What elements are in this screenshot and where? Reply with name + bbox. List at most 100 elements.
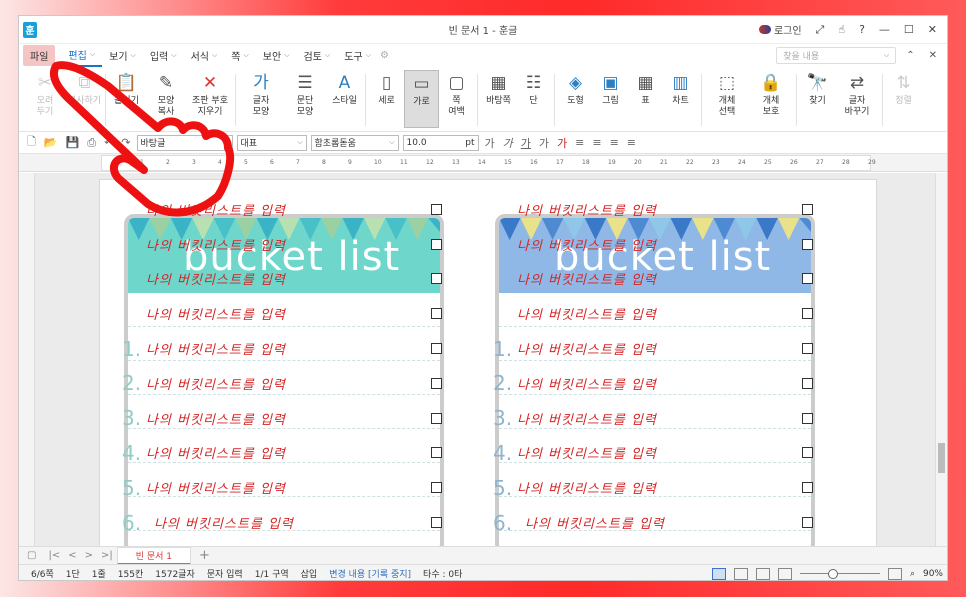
menu-edit[interactable]: 편집 ⌵ — [61, 44, 103, 67]
save-icon[interactable]: 💾 — [64, 136, 82, 149]
item-checkbox[interactable] — [802, 238, 813, 250]
undo-icon[interactable]: ↶ — [102, 136, 115, 149]
bucket-list-item[interactable]: 3. 나의 버킷리스트를 입력 — [493, 401, 873, 436]
underline-icon[interactable]: 가 — [519, 135, 533, 151]
ribbon-format-painter-button[interactable]: ✎ 모양 복사 — [144, 70, 188, 118]
menu-tools[interactable]: 도구 ⌵ — [337, 45, 378, 66]
font-select[interactable]: 함초롬돋움 ⌵ — [310, 134, 399, 151]
last-tab-icon[interactable]: >| — [97, 550, 117, 561]
ribbon-object-select-button[interactable]: ⬚ 개체 선택 — [705, 70, 749, 118]
status-mode[interactable]: 문자 입력 — [207, 567, 243, 580]
find-input[interactable]: 찾을 내용 ⌵ — [776, 46, 897, 64]
item-checkbox[interactable] — [431, 377, 442, 389]
item-checkbox[interactable] — [802, 203, 813, 215]
ribbon-table-button[interactable]: ▦ 표 — [628, 70, 663, 107]
ribbon-para-shape-button[interactable]: ☰ 문단 모양 — [283, 70, 327, 118]
item-checkbox[interactable] — [802, 412, 813, 424]
maximize-button[interactable]: ☐ — [904, 23, 914, 36]
item-checkbox[interactable] — [431, 517, 442, 529]
bucket-list-item[interactable]: 나의 버킷리스트를 입력 — [122, 262, 502, 297]
bucket-list-item[interactable]: 6. 나의 버킷리스트를 입력 — [493, 505, 873, 540]
first-tab-icon[interactable]: |< — [44, 550, 64, 561]
item-checkbox[interactable] — [802, 343, 813, 355]
menu-file[interactable]: 파일 — [23, 44, 56, 66]
item-checkbox[interactable] — [802, 377, 813, 389]
doc-tab[interactable]: 빈 문서 1 — [116, 546, 192, 565]
zoom-search-icon[interactable]: ⌕ — [910, 569, 915, 579]
bucket-list-item[interactable]: 나의 버킷리스트를 입력 — [493, 227, 873, 262]
horizontal-ruler[interactable]: 1 2 3 4 5 6 7 8 9 10 11 12 13 14 15 16 17 18 19 20 21 22 23 24 2… — [101, 155, 876, 171]
item-checkbox[interactable] — [802, 273, 813, 285]
minimize-button[interactable]: — — [879, 23, 890, 36]
style-select[interactable]: 바탕글 ⌵ — [136, 134, 233, 151]
vertical-scrollbar[interactable] — [935, 173, 947, 546]
zoom-level[interactable]: 90% — [923, 569, 943, 579]
ribbon-columns-button[interactable]: ☷ 단 — [516, 70, 551, 107]
full-page-icon[interactable] — [755, 567, 770, 580]
new-doc-icon[interactable]: 🗋 — [25, 133, 38, 152]
bucket-list-item[interactable]: 4. 나의 버킷리스트를 입력 — [493, 436, 873, 471]
login-button[interactable]: 로그인 — [758, 22, 802, 37]
item-checkbox[interactable] — [802, 482, 813, 494]
ribbon-copy-button[interactable]: ⧉ 복사하기 — [67, 70, 102, 107]
bucket-list-item[interactable]: 나의 버킷리스트를 입력 — [122, 296, 502, 331]
ribbon-paste-button[interactable]: 📋 붙이기 — [109, 70, 144, 107]
menu-insert[interactable]: 입력 ⌵ — [143, 45, 184, 66]
zoom-out-icon[interactable] — [777, 567, 792, 580]
document-page[interactable]: bucket list bucket list 나의 버킷리스트를 입력 나의 … — [99, 179, 877, 549]
vertical-ruler[interactable] — [19, 173, 35, 546]
bucket-list-item[interactable]: 나의 버킷리스트를 입력 — [493, 192, 873, 227]
menu-view[interactable]: 보기 ⌵ — [102, 45, 143, 66]
ribbon-style-button[interactable]: A 스타일 — [327, 70, 362, 107]
ribbon-object-protect-button[interactable]: 🔒 개체 보호 — [749, 70, 793, 118]
zoom-slider[interactable] — [799, 569, 880, 579]
item-checkbox[interactable] — [431, 447, 442, 459]
item-checkbox[interactable] — [431, 308, 442, 320]
item-checkbox[interactable] — [802, 447, 813, 459]
zoom-in-icon[interactable] — [887, 567, 902, 580]
menu-format[interactable]: 서식 ⌵ — [184, 45, 225, 66]
bucket-list-item[interactable]: 4. 나의 버킷리스트를 입력 — [122, 436, 502, 471]
item-checkbox[interactable] — [431, 203, 442, 215]
ribbon-find-button[interactable]: 🔭 찾기 — [800, 70, 835, 107]
item-checkbox[interactable] — [802, 517, 813, 529]
font-size-input[interactable]: 10.0 pt — [402, 134, 479, 151]
ribbon-replace-button[interactable]: ⇄ 글자 바꾸기 — [835, 70, 879, 118]
align-center-icon[interactable]: ≡ — [590, 136, 603, 149]
bucket-list-item[interactable]: 나의 버킷리스트를 입력 — [493, 262, 873, 297]
bucket-list-item[interactable]: 나의 버킷리스트를 입력 — [493, 296, 873, 331]
prev-tab-icon[interactable]: < — [64, 550, 80, 561]
scroll-thumb[interactable] — [938, 443, 945, 473]
print-icon[interactable]: ⎙ — [85, 136, 98, 150]
next-tab-icon[interactable]: > — [81, 550, 97, 561]
ribbon-scissors-button[interactable]: ✂ 오려 두기 — [23, 70, 67, 118]
bold-icon[interactable]: 가 — [483, 135, 497, 151]
collapse-ribbon-icon[interactable]: ⌃ — [906, 50, 914, 61]
italic-icon[interactable]: 가 — [501, 135, 515, 151]
item-checkbox[interactable] — [431, 273, 442, 285]
lang-select[interactable]: 대표 ⌵ — [236, 134, 307, 151]
ribbon-shape-button[interactable]: ◈ 도형 — [558, 70, 593, 107]
ribbon-picture-button[interactable]: ▣ 그림 — [593, 70, 628, 107]
justify-icon[interactable]: ≡ — [625, 136, 638, 149]
item-checkbox[interactable] — [431, 343, 442, 355]
width-view-icon[interactable] — [733, 567, 748, 580]
add-tab-icon[interactable]: + — [191, 548, 218, 563]
bucket-list-item[interactable]: 3. 나의 버킷리스트를 입력 — [122, 401, 502, 436]
bucket-list-item[interactable]: 1. 나의 버킷리스트를 입력 — [122, 331, 502, 366]
bucket-list-item[interactable]: 나의 버킷리스트를 입력 — [122, 227, 502, 262]
item-checkbox[interactable] — [431, 238, 442, 250]
ribbon-margin-button[interactable]: ▢ 쪽 여백 — [439, 70, 474, 118]
page-view-icon[interactable] — [711, 567, 726, 580]
close-doc-icon[interactable]: ✕ — [929, 50, 937, 61]
item-checkbox[interactable] — [802, 308, 813, 320]
ribbon-chart-button[interactable]: ▥ 차트 — [663, 70, 698, 107]
close-button[interactable]: ✕ — [928, 23, 937, 36]
menu-page[interactable]: 쪽 ⌵ — [224, 45, 256, 66]
hand-cursor-icon[interactable]: ☝ — [838, 23, 845, 36]
strike-icon[interactable]: 가 — [537, 135, 551, 151]
align-left-icon[interactable]: ≡ — [573, 136, 586, 149]
item-checkbox[interactable] — [431, 412, 442, 424]
item-checkbox[interactable] — [431, 482, 442, 494]
bucket-list-item[interactable]: 2. 나의 버킷리스트를 입력 — [122, 366, 502, 401]
